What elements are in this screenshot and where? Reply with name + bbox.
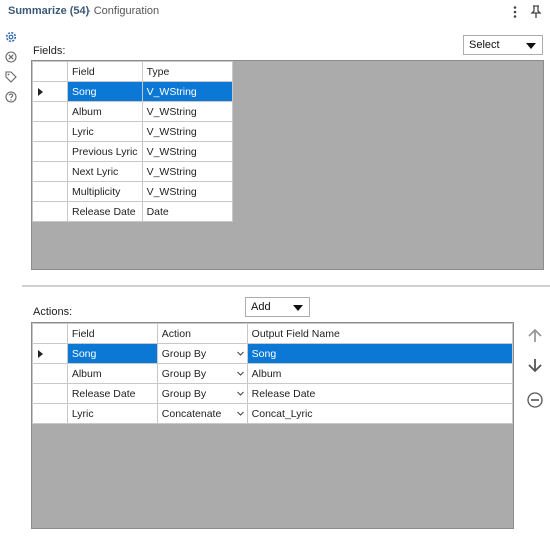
- row-selector[interactable]: [32, 181, 68, 202]
- field-cell[interactable]: Previous Lyric: [67, 141, 143, 162]
- row-selector[interactable]: [32, 161, 68, 182]
- row-selector[interactable]: [32, 81, 68, 102]
- field-cell[interactable]: Lyric: [66, 403, 158, 424]
- chevron-down-icon[interactable]: [236, 390, 244, 397]
- type-cell[interactable]: V_WString: [141, 101, 233, 122]
- type-cell[interactable]: V_WString: [141, 81, 233, 102]
- row-selector[interactable]: [32, 383, 68, 404]
- arrow-down-icon[interactable]: [525, 355, 545, 375]
- more-vertical-icon[interactable]: [508, 4, 522, 20]
- window-subtitle: - Configuration: [87, 5, 160, 17]
- action-combo[interactable]: Group By: [156, 343, 248, 364]
- table-row[interactable]: Previous Lyric V_WString: [32, 141, 233, 162]
- field-cell[interactable]: Album: [66, 363, 158, 384]
- fields-table: Field Type Song V_WString Album V_WStrin…: [32, 61, 233, 222]
- table-row[interactable]: Multiplicity V_WString: [32, 181, 233, 202]
- field-cell[interactable]: Album: [67, 101, 143, 122]
- window-title: Summarize (54): [8, 5, 90, 17]
- type-cell[interactable]: V_WString: [141, 141, 233, 162]
- chevron-down-icon[interactable]: [236, 370, 244, 377]
- remove-icon[interactable]: [525, 390, 545, 410]
- pin-icon[interactable]: [529, 4, 543, 20]
- help-icon[interactable]: [4, 90, 18, 104]
- type-cell[interactable]: V_WString: [141, 161, 233, 182]
- field-cell[interactable]: Release Date: [66, 383, 158, 404]
- type-cell[interactable]: V_WString: [141, 121, 233, 142]
- type-cell[interactable]: Date: [141, 201, 233, 222]
- output-name-cell[interactable]: Concat_Lyric: [246, 403, 514, 424]
- arrow-up-icon[interactable]: [525, 326, 545, 346]
- actions-grid: Field Action Output Field Name Song Grou…: [31, 322, 514, 529]
- action-value: Group By: [161, 347, 207, 360]
- title-bar: Summarize (54) - Configuration: [0, 0, 550, 24]
- output-name-cell[interactable]: Album: [246, 363, 514, 384]
- tool-strip: [0, 30, 22, 110]
- fields-label: Fields:: [33, 45, 66, 57]
- type-cell[interactable]: V_WString: [141, 181, 233, 202]
- row-selector[interactable]: [32, 101, 68, 122]
- target-icon[interactable]: [4, 50, 18, 64]
- field-cell[interactable]: Song: [67, 81, 143, 102]
- row-selector[interactable]: [32, 363, 68, 384]
- field-cell[interactable]: Next Lyric: [67, 161, 143, 182]
- tag-icon[interactable]: [4, 70, 18, 84]
- action-value: Concatenate: [161, 407, 222, 420]
- column-header-action[interactable]: Action: [156, 323, 248, 344]
- output-name-cell[interactable]: Song: [246, 343, 514, 364]
- column-header-type[interactable]: Type: [141, 61, 233, 82]
- field-cell[interactable]: Lyric: [67, 121, 143, 142]
- chevron-down-icon[interactable]: [236, 410, 244, 417]
- row-selector[interactable]: [32, 201, 68, 222]
- section-divider[interactable]: [22, 285, 550, 287]
- select-dropdown[interactable]: Select: [463, 35, 543, 55]
- current-row-icon: [38, 350, 43, 358]
- action-combo[interactable]: Group By: [156, 363, 248, 384]
- table-row[interactable]: Lyric Concatenate Concat_Lyric: [32, 403, 514, 424]
- action-value: Group By: [161, 367, 207, 380]
- column-header-field[interactable]: Field: [66, 323, 158, 344]
- column-header-output-field-name[interactable]: Output Field Name: [246, 323, 514, 344]
- select-dropdown-label: Select: [469, 39, 500, 51]
- output-name-cell[interactable]: Release Date: [246, 383, 514, 404]
- action-value: Group By: [161, 387, 207, 400]
- fields-header-row: Field Type: [32, 61, 233, 82]
- row-selector[interactable]: [32, 141, 68, 162]
- current-row-icon: [38, 88, 43, 96]
- chevron-down-icon: [526, 43, 536, 49]
- table-row[interactable]: Song Group By Song: [32, 343, 514, 364]
- table-row[interactable]: Release Date Date: [32, 201, 233, 222]
- field-cell[interactable]: Multiplicity: [67, 181, 143, 202]
- row-selector[interactable]: [32, 403, 68, 424]
- table-row[interactable]: Next Lyric V_WString: [32, 161, 233, 182]
- table-row[interactable]: Lyric V_WString: [32, 121, 233, 142]
- table-row[interactable]: Album Group By Album: [32, 363, 514, 384]
- table-row[interactable]: Song V_WString: [32, 81, 233, 102]
- actions-header-row: Field Action Output Field Name: [32, 323, 514, 344]
- actions-label: Actions:: [33, 306, 73, 318]
- fields-grid: Field Type Song V_WString Album V_WStrin…: [31, 60, 544, 270]
- action-combo[interactable]: Group By: [156, 383, 248, 404]
- chevron-down-icon[interactable]: [236, 350, 244, 357]
- row-selector[interactable]: [32, 343, 68, 364]
- row-selector[interactable]: [32, 121, 68, 142]
- actions-table: Field Action Output Field Name Song Grou…: [32, 323, 514, 424]
- gear-icon[interactable]: [4, 30, 18, 44]
- row-header-corner: [32, 61, 68, 82]
- action-combo[interactable]: Concatenate: [156, 403, 248, 424]
- field-cell[interactable]: Song: [66, 343, 158, 364]
- table-row[interactable]: Release Date Group By Release Date: [32, 383, 514, 404]
- chevron-down-icon: [293, 305, 303, 311]
- table-row[interactable]: Album V_WString: [32, 101, 233, 122]
- field-cell[interactable]: Release Date: [67, 201, 143, 222]
- add-dropdown-label: Add: [251, 301, 271, 313]
- row-header-corner: [32, 323, 68, 344]
- column-header-field[interactable]: Field: [67, 61, 143, 82]
- add-dropdown[interactable]: Add: [245, 297, 310, 317]
